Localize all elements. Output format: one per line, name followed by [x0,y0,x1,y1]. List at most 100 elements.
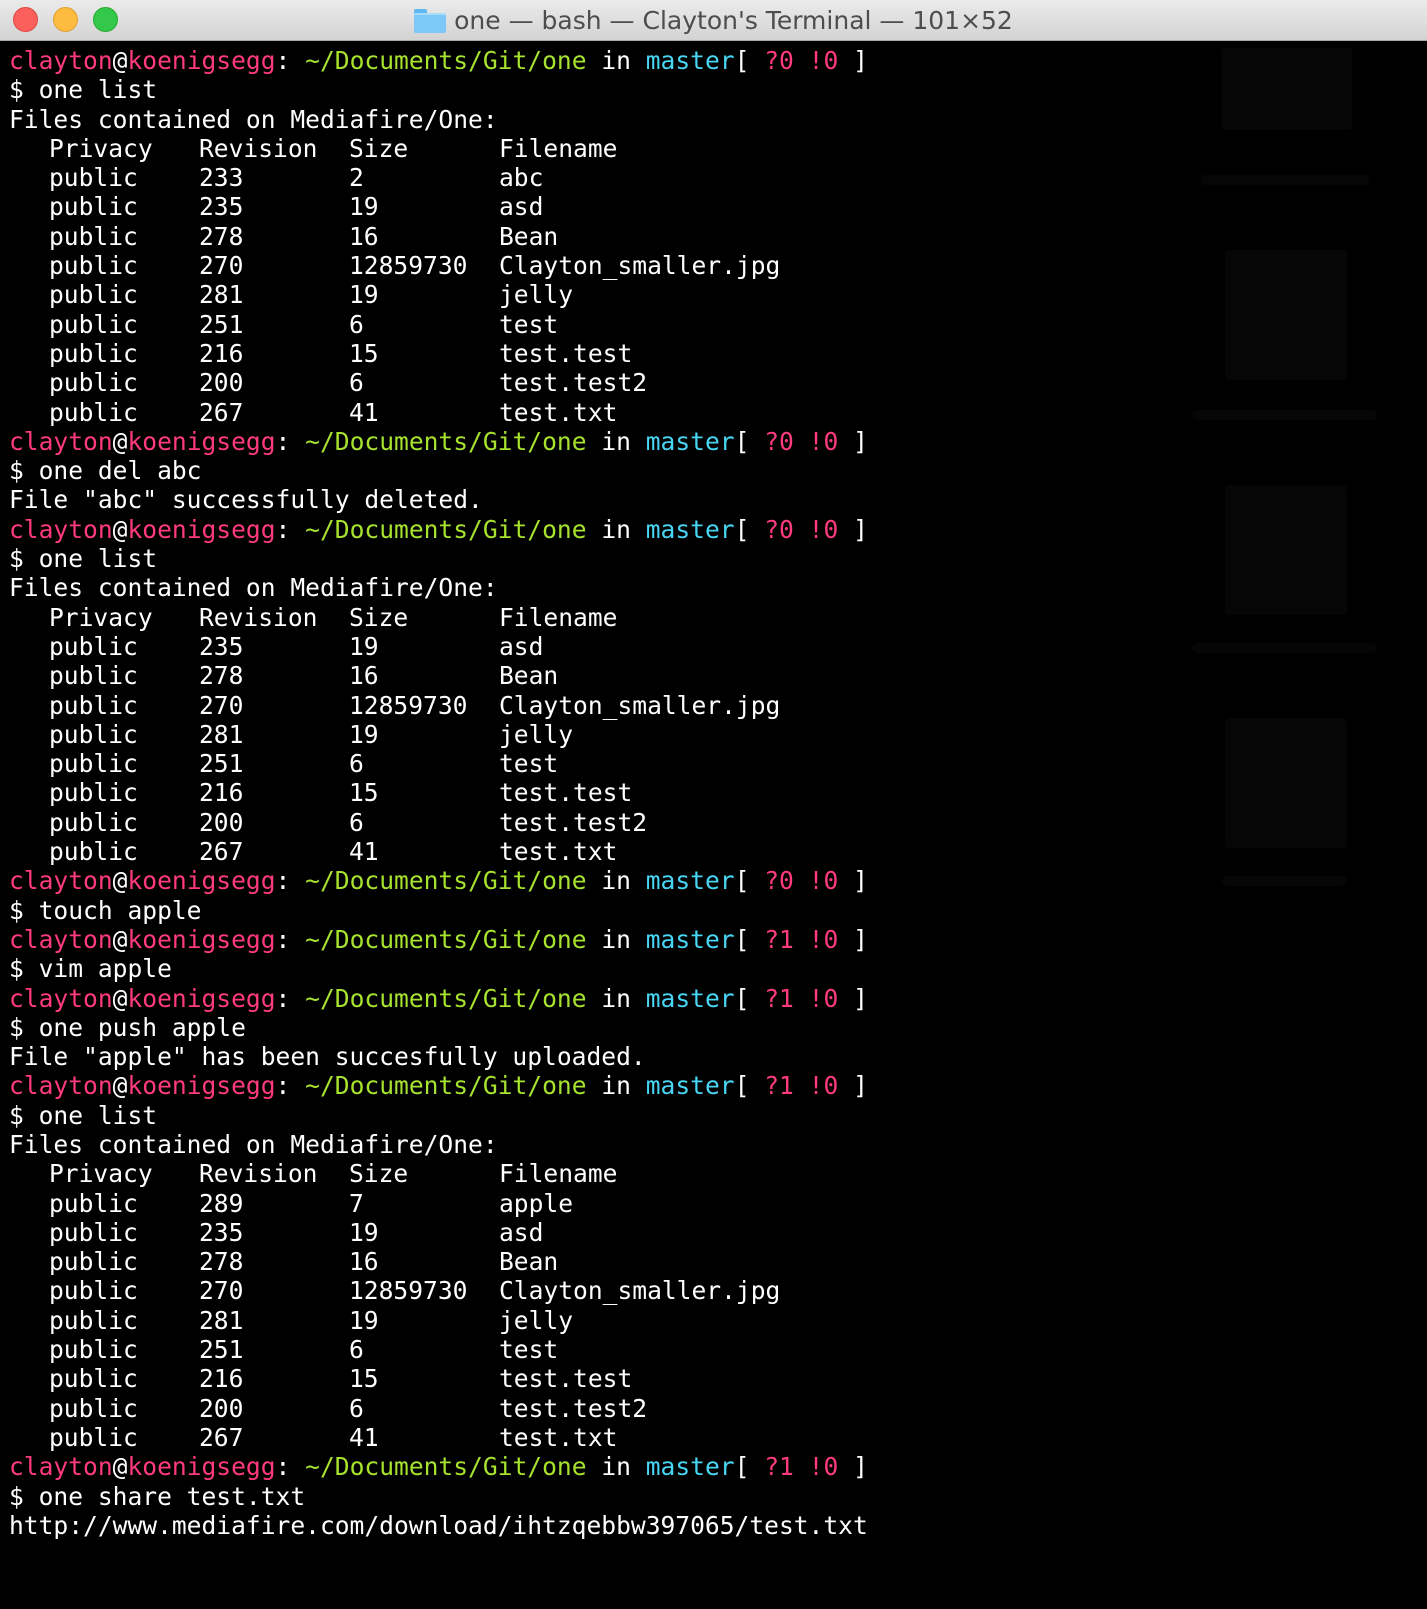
cell-revision: 278 [199,661,244,691]
prompt-line: clayton@koenigsegg: ~/Documents/Git/one … [9,866,868,895]
table-row: public 278 16 Bean [9,1247,868,1276]
header-filename: Filename [499,602,618,632]
table-row: public 281 19 jelly [9,280,868,309]
terminal-window[interactable]: one — bash — Clayton's Terminal — 101×52… [0,0,1427,1609]
prompt-path: ~/Documents/Git/one [305,1452,587,1482]
cell-size: 19 [349,631,379,661]
cell-privacy: public [49,251,138,281]
cell-filename: jelly [499,1305,574,1335]
table-row: public 281 19 jelly [9,720,868,749]
command-line: $ touch apple [9,896,868,925]
prompt-at: @ [112,866,128,896]
cell-revision: 200 [199,1393,244,1423]
cell-size: 6 [349,368,364,398]
prompt-colon: : [275,866,291,896]
table-row: public 200 6 test.test2 [9,808,868,837]
table-row: public 270 12859730 Clayton_smaller.jpg [9,251,868,280]
cell-filename: jelly [499,719,574,749]
cell-revision: 267 [199,397,244,427]
table-row: public 289 7 apple [9,1189,868,1218]
window-title: one — bash — Clayton's Terminal — 101×52 [454,6,1013,35]
cell-filename: test.test2 [499,807,648,837]
prompt-in: in [601,46,631,75]
cell-privacy: public [49,837,138,867]
prompt-at: @ [112,1452,128,1482]
table-row: public 270 12859730 Clayton_smaller.jpg [9,691,868,720]
prompt-user: clayton [9,924,113,954]
cell-filename: asd [499,1217,544,1247]
cell-privacy: public [49,163,138,193]
command-text: $ one list [9,544,158,574]
cell-revision: 251 [199,1335,244,1365]
table-row: public 235 19 asd [9,632,868,661]
table-row: public 200 6 test.test2 [9,1394,868,1423]
cell-filename: Bean [499,661,559,691]
terminal-output[interactable]: clayton@koenigsegg: ~/Documents/Git/one … [9,46,868,1540]
cell-size: 41 [349,397,379,427]
output-text: File "abc" successfully deleted. [9,485,483,515]
prompt-bracket-close: ] [853,983,868,1013]
cell-revision: 233 [199,163,244,193]
cell-size: 19 [349,192,379,222]
title-bar[interactable]: one — bash — Clayton's Terminal — 101×52 [0,0,1427,41]
cell-filename: test.test2 [499,1393,648,1423]
output-text: Files contained on Mediafire/One: [9,1129,498,1159]
table-row: public 235 19 asd [9,192,868,221]
prompt-host: koenigsegg [127,924,276,954]
prompt-in: in [601,866,631,896]
prompt-in: in [601,983,631,1013]
cell-revision: 216 [199,338,244,368]
cell-size: 19 [349,1217,379,1247]
cell-revision: 235 [199,1217,244,1247]
cell-privacy: public [49,280,138,310]
command-line: $ one push apple [9,1013,868,1042]
cell-revision: 200 [199,807,244,837]
cell-revision: 267 [199,1422,244,1452]
untracked-count: ?0 [764,514,794,544]
prompt-in: in [601,924,631,954]
cell-revision: 251 [199,749,244,779]
cell-filename: jelly [499,280,574,310]
prompt-user: clayton [9,866,113,896]
prompt-line: clayton@koenigsegg: ~/Documents/Git/one … [9,427,868,456]
output-text: http://www.mediafire.com/download/ihtzqe… [9,1510,868,1540]
cell-privacy: public [49,661,138,691]
prompt-bracket-open: [ [734,866,750,896]
prompt-branch: master [645,983,735,1013]
header-revision: Revision [199,602,318,632]
cell-revision: 281 [199,280,244,310]
command-text: $ one list [9,75,158,105]
command-line: $ one del abc [9,456,868,485]
cell-revision: 216 [199,778,244,808]
cell-privacy: public [49,719,138,749]
table-row: public 251 6 test [9,749,868,778]
prompt-bracket-open: [ [734,1452,750,1482]
cell-size: 6 [349,1335,364,1365]
cell-size: 6 [349,309,364,339]
table-row: public 233 2 abc [9,163,868,192]
cell-filename: test [499,1335,559,1365]
cell-privacy: public [49,690,138,720]
table-row: public 216 15 test.test [9,339,868,368]
cell-size: 16 [349,1247,379,1277]
command-text: $ vim apple [9,954,172,984]
desktop-image-icon [1225,718,1347,848]
prompt-host: koenigsegg [127,426,276,456]
cell-privacy: public [49,1305,138,1335]
cell-privacy: public [49,221,138,251]
cell-filename: Bean [499,221,559,251]
command-line: $ one list [9,544,868,573]
cell-filename: Bean [499,1247,559,1277]
cell-revision: 251 [199,309,244,339]
cell-privacy: public [49,631,138,661]
desktop-image-icon [1225,250,1347,380]
prompt-at: @ [112,983,128,1013]
prompt-user: clayton [9,46,113,75]
prompt-path: ~/Documents/Git/one [305,426,587,456]
table-row: public 235 19 asd [9,1218,868,1247]
header-filename: Filename [499,133,618,163]
prompt-bracket-open: [ [734,426,750,456]
prompt-user: clayton [9,1452,113,1482]
header-privacy: Privacy [49,602,153,632]
cell-revision: 278 [199,221,244,251]
